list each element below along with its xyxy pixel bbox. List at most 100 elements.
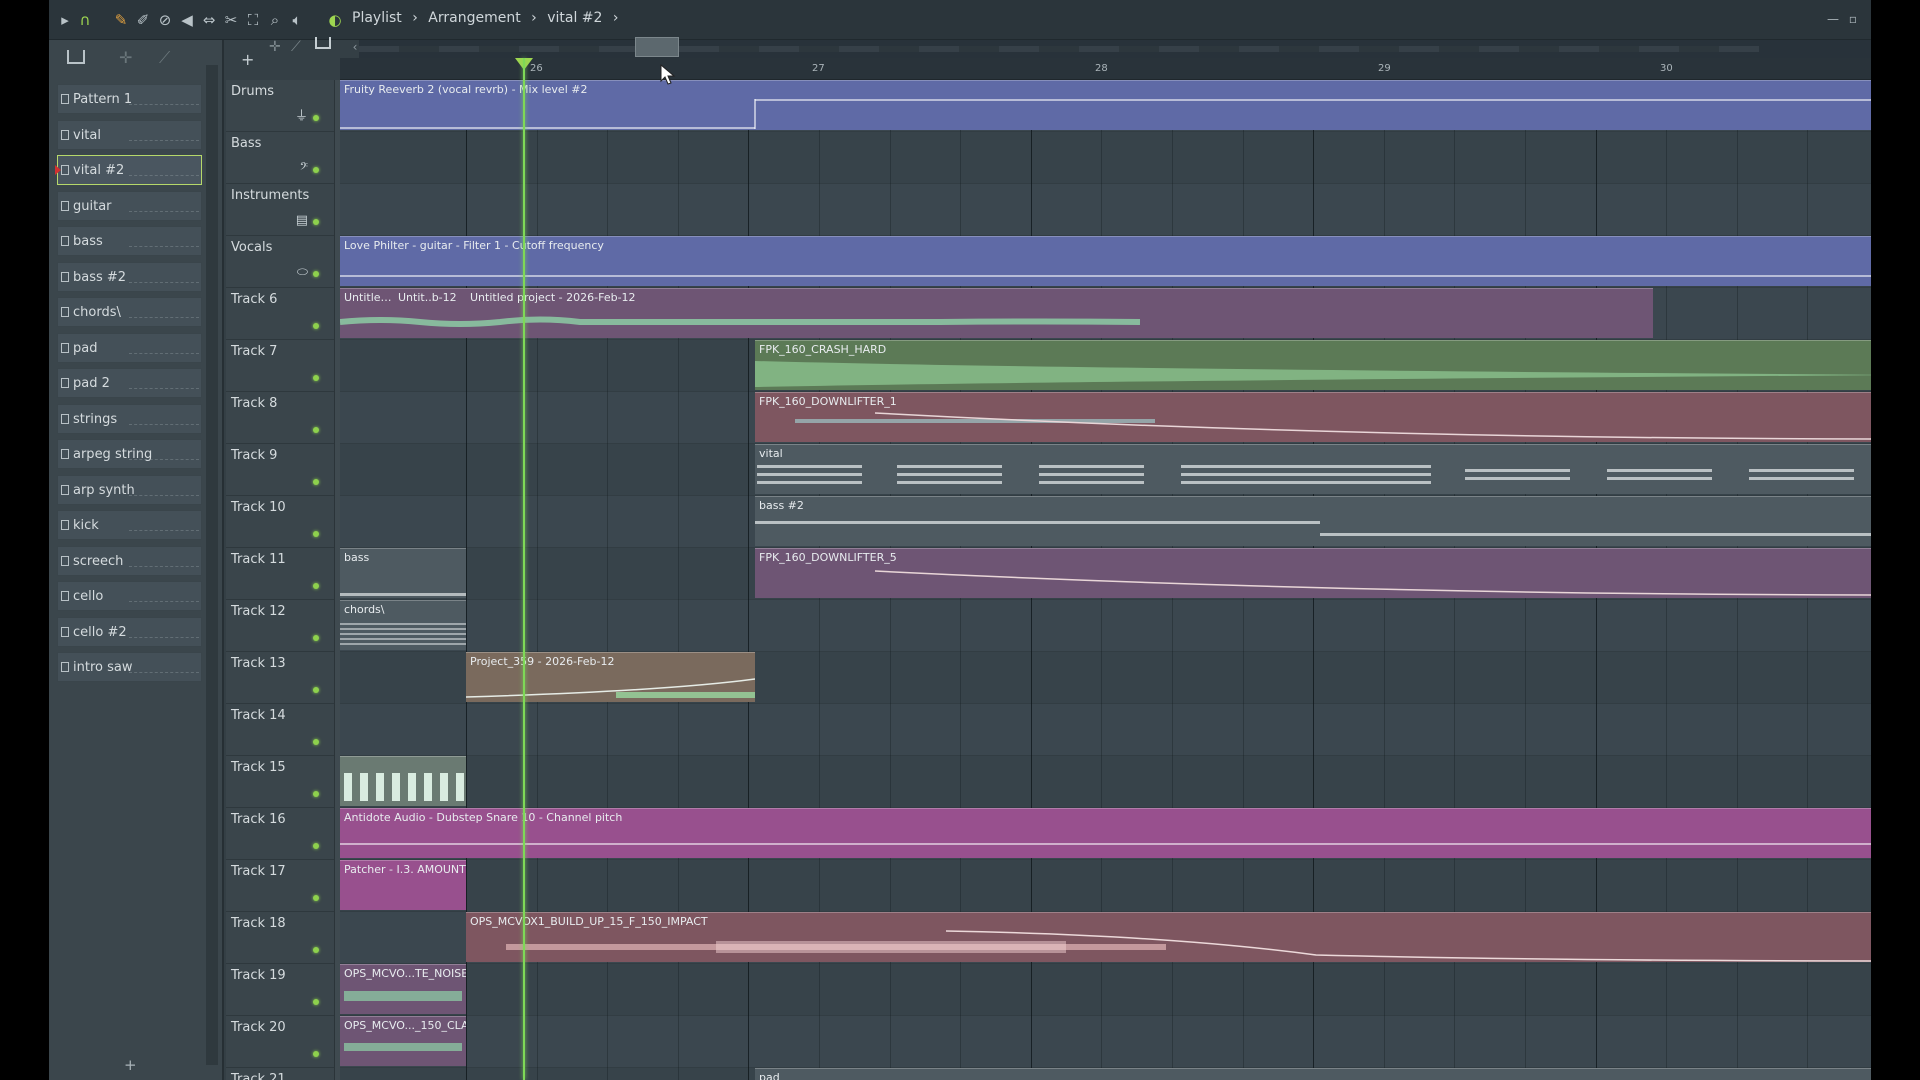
pattern-picker-item[interactable]: screech xyxy=(57,545,202,576)
minimize-icon[interactable]: — xyxy=(1824,10,1842,28)
automation-clip[interactable]: Love Philter - guitar - Filter 1 - Cutof… xyxy=(340,236,1871,286)
delete-icon[interactable]: ⊘ xyxy=(155,10,175,30)
track-mute-led[interactable] xyxy=(313,583,319,589)
paint-icon[interactable]: ✐ xyxy=(133,10,153,30)
track-lane[interactable] xyxy=(340,132,1871,184)
picker-automation-icon[interactable]: ⟋ xyxy=(159,48,170,68)
track-header[interactable]: Instruments ▤ xyxy=(226,184,334,236)
pattern-picker-item[interactable]: chords\ xyxy=(57,297,202,327)
breadcrumb-playlist[interactable]: Playlist xyxy=(352,10,402,26)
track-header[interactable]: Track 12 xyxy=(226,600,334,652)
track-mute-led[interactable] xyxy=(313,791,319,797)
slip-icon[interactable]: ⇔ xyxy=(199,10,219,30)
track-header[interactable]: Track 16 xyxy=(226,808,334,860)
track-mute-led[interactable] xyxy=(313,115,319,121)
track-lane[interactable] xyxy=(340,756,1871,808)
track-header[interactable]: Track 15 xyxy=(226,756,334,808)
playhead[interactable] xyxy=(523,58,525,1080)
track-lane[interactable] xyxy=(340,704,1871,756)
track-mute-led[interactable] xyxy=(313,323,319,329)
select-icon[interactable]: ⛶ xyxy=(243,10,263,30)
track-mute-led[interactable] xyxy=(313,947,319,953)
track-header[interactable]: Track 14 xyxy=(226,704,334,756)
pattern-picker-item[interactable]: kick xyxy=(57,510,202,540)
audio-clip[interactable]: FPK_160_DOWNLIFTER_5 xyxy=(755,548,1871,598)
pattern-mode-icon[interactable] xyxy=(315,37,331,49)
audio-clip[interactable]: FPK_160_CRASH_HARD xyxy=(755,340,1871,390)
pattern-picker-item[interactable]: vital #2 xyxy=(55,155,202,185)
pattern-picker-item[interactable]: Pattern 1 xyxy=(57,84,202,114)
track-header[interactable]: Track 7 xyxy=(226,340,334,392)
add-pattern-button[interactable]: + xyxy=(124,1056,137,1074)
track-header[interactable]: Track 6 xyxy=(226,288,334,340)
track-mute-led[interactable] xyxy=(313,999,319,1005)
track-mute-led[interactable] xyxy=(313,1051,319,1057)
track-lane[interactable] xyxy=(340,964,1871,1016)
audio-clip[interactable]: Project_359 - 2026-Feb-12 xyxy=(466,652,755,702)
breadcrumb-arrangement[interactable]: Arrangement xyxy=(428,10,520,26)
pattern-picker-item[interactable]: arp synth xyxy=(57,474,202,505)
track-header[interactable]: Track 11 xyxy=(226,548,334,600)
pattern-picker-item[interactable]: strings xyxy=(57,403,202,434)
mute-icon[interactable]: ◀ xyxy=(177,10,197,30)
automation-clip[interactable]: Fruity Reeverb 2 (vocal revrb) - Mix lev… xyxy=(340,80,1871,130)
audio-clip[interactable]: OPS_MCVO..._150_CLAP xyxy=(340,1016,466,1066)
audio-clip[interactable] xyxy=(340,756,466,806)
track-header[interactable]: Bass 𝄢 xyxy=(226,132,334,184)
track-mute-led[interactable] xyxy=(313,167,319,173)
track-mute-led[interactable] xyxy=(313,895,319,901)
pattern-picker-icon[interactable] xyxy=(67,50,85,64)
pattern-picker-item[interactable]: intro saw xyxy=(57,652,202,682)
track-lane[interactable] xyxy=(340,860,1871,912)
pattern-clip[interactable]: pad xyxy=(755,1068,1871,1080)
track-mute-led[interactable] xyxy=(313,687,319,693)
track-header[interactable]: Drums ⏚ xyxy=(226,80,334,132)
pattern-clip[interactable]: bass xyxy=(340,548,466,598)
add-track-icon[interactable]: + xyxy=(241,50,254,69)
track-lane[interactable] xyxy=(340,1016,1871,1068)
pattern-picker-item[interactable]: arpeg string xyxy=(57,439,202,469)
pattern-picker-item[interactable]: bass xyxy=(57,226,202,256)
slice-icon[interactable]: ✂ xyxy=(221,10,241,30)
maximize-icon[interactable]: ▫ xyxy=(1844,10,1862,28)
playlist-overview[interactable] xyxy=(359,40,1871,58)
draw-icon[interactable]: ⟋ xyxy=(291,39,301,55)
pattern-picker-item[interactable]: vital xyxy=(57,119,202,150)
overview-scroll-thumb[interactable] xyxy=(635,37,679,57)
pattern-clip[interactable]: bass #2 xyxy=(755,496,1871,546)
audio-clip[interactable]: FPK_160_DOWNLIFTER_1 xyxy=(755,392,1871,442)
track-header[interactable]: Track 21 xyxy=(226,1068,334,1080)
automation-clip[interactable]: Patcher - I.3. AMOUNT xyxy=(340,860,466,910)
track-header[interactable]: Track 19 xyxy=(226,964,334,1016)
track-mute-led[interactable] xyxy=(313,635,319,641)
track-mute-led[interactable] xyxy=(313,843,319,849)
pattern-picker-item[interactable]: guitar xyxy=(57,190,202,221)
pattern-clip[interactable]: vital xyxy=(755,444,1871,494)
track-header[interactable]: Track 13 xyxy=(226,652,334,704)
arrangement-grid[interactable]: Fruity Reeverb 2 (vocal revrb) - Mix lev… xyxy=(340,80,1871,1080)
track-header[interactable]: Track 9 xyxy=(226,444,334,496)
track-header[interactable]: Track 17 xyxy=(226,860,334,912)
pattern-picker-item[interactable]: pad xyxy=(57,332,202,363)
magnet-icon[interactable]: ∩ xyxy=(75,10,95,30)
speaker-icon[interactable]: 🔈︎ xyxy=(287,10,307,30)
pattern-picker-item[interactable]: cello xyxy=(57,581,202,611)
pencil-icon[interactable]: ✎ xyxy=(111,10,131,30)
pattern-picker-item[interactable]: cello #2 xyxy=(57,616,202,647)
automation-clip[interactable]: Antidote Audio - Dubstep Snare 10 - Chan… xyxy=(340,808,1871,858)
move-icon[interactable]: ✛ xyxy=(269,39,281,55)
track-header[interactable]: Track 20 xyxy=(226,1016,334,1068)
track-header[interactable]: Track 10 xyxy=(226,496,334,548)
track-mute-led[interactable] xyxy=(313,531,319,537)
track-mute-led[interactable] xyxy=(313,375,319,381)
timeline-ruler[interactable]: 26 27 28 29 30 xyxy=(340,58,1871,80)
pattern-picker-item[interactable]: bass #2 xyxy=(57,261,202,292)
pattern-clip[interactable]: chords\ xyxy=(340,600,466,650)
track-mute-led[interactable] xyxy=(313,427,319,433)
track-mute-led[interactable] xyxy=(313,271,319,277)
menu-arrow-icon[interactable]: ▸ xyxy=(55,10,75,30)
track-mute-led[interactable] xyxy=(313,739,319,745)
picker-scrollbar[interactable] xyxy=(206,65,218,1065)
track-header[interactable]: Track 8 xyxy=(226,392,334,444)
track-mute-led[interactable] xyxy=(313,479,319,485)
